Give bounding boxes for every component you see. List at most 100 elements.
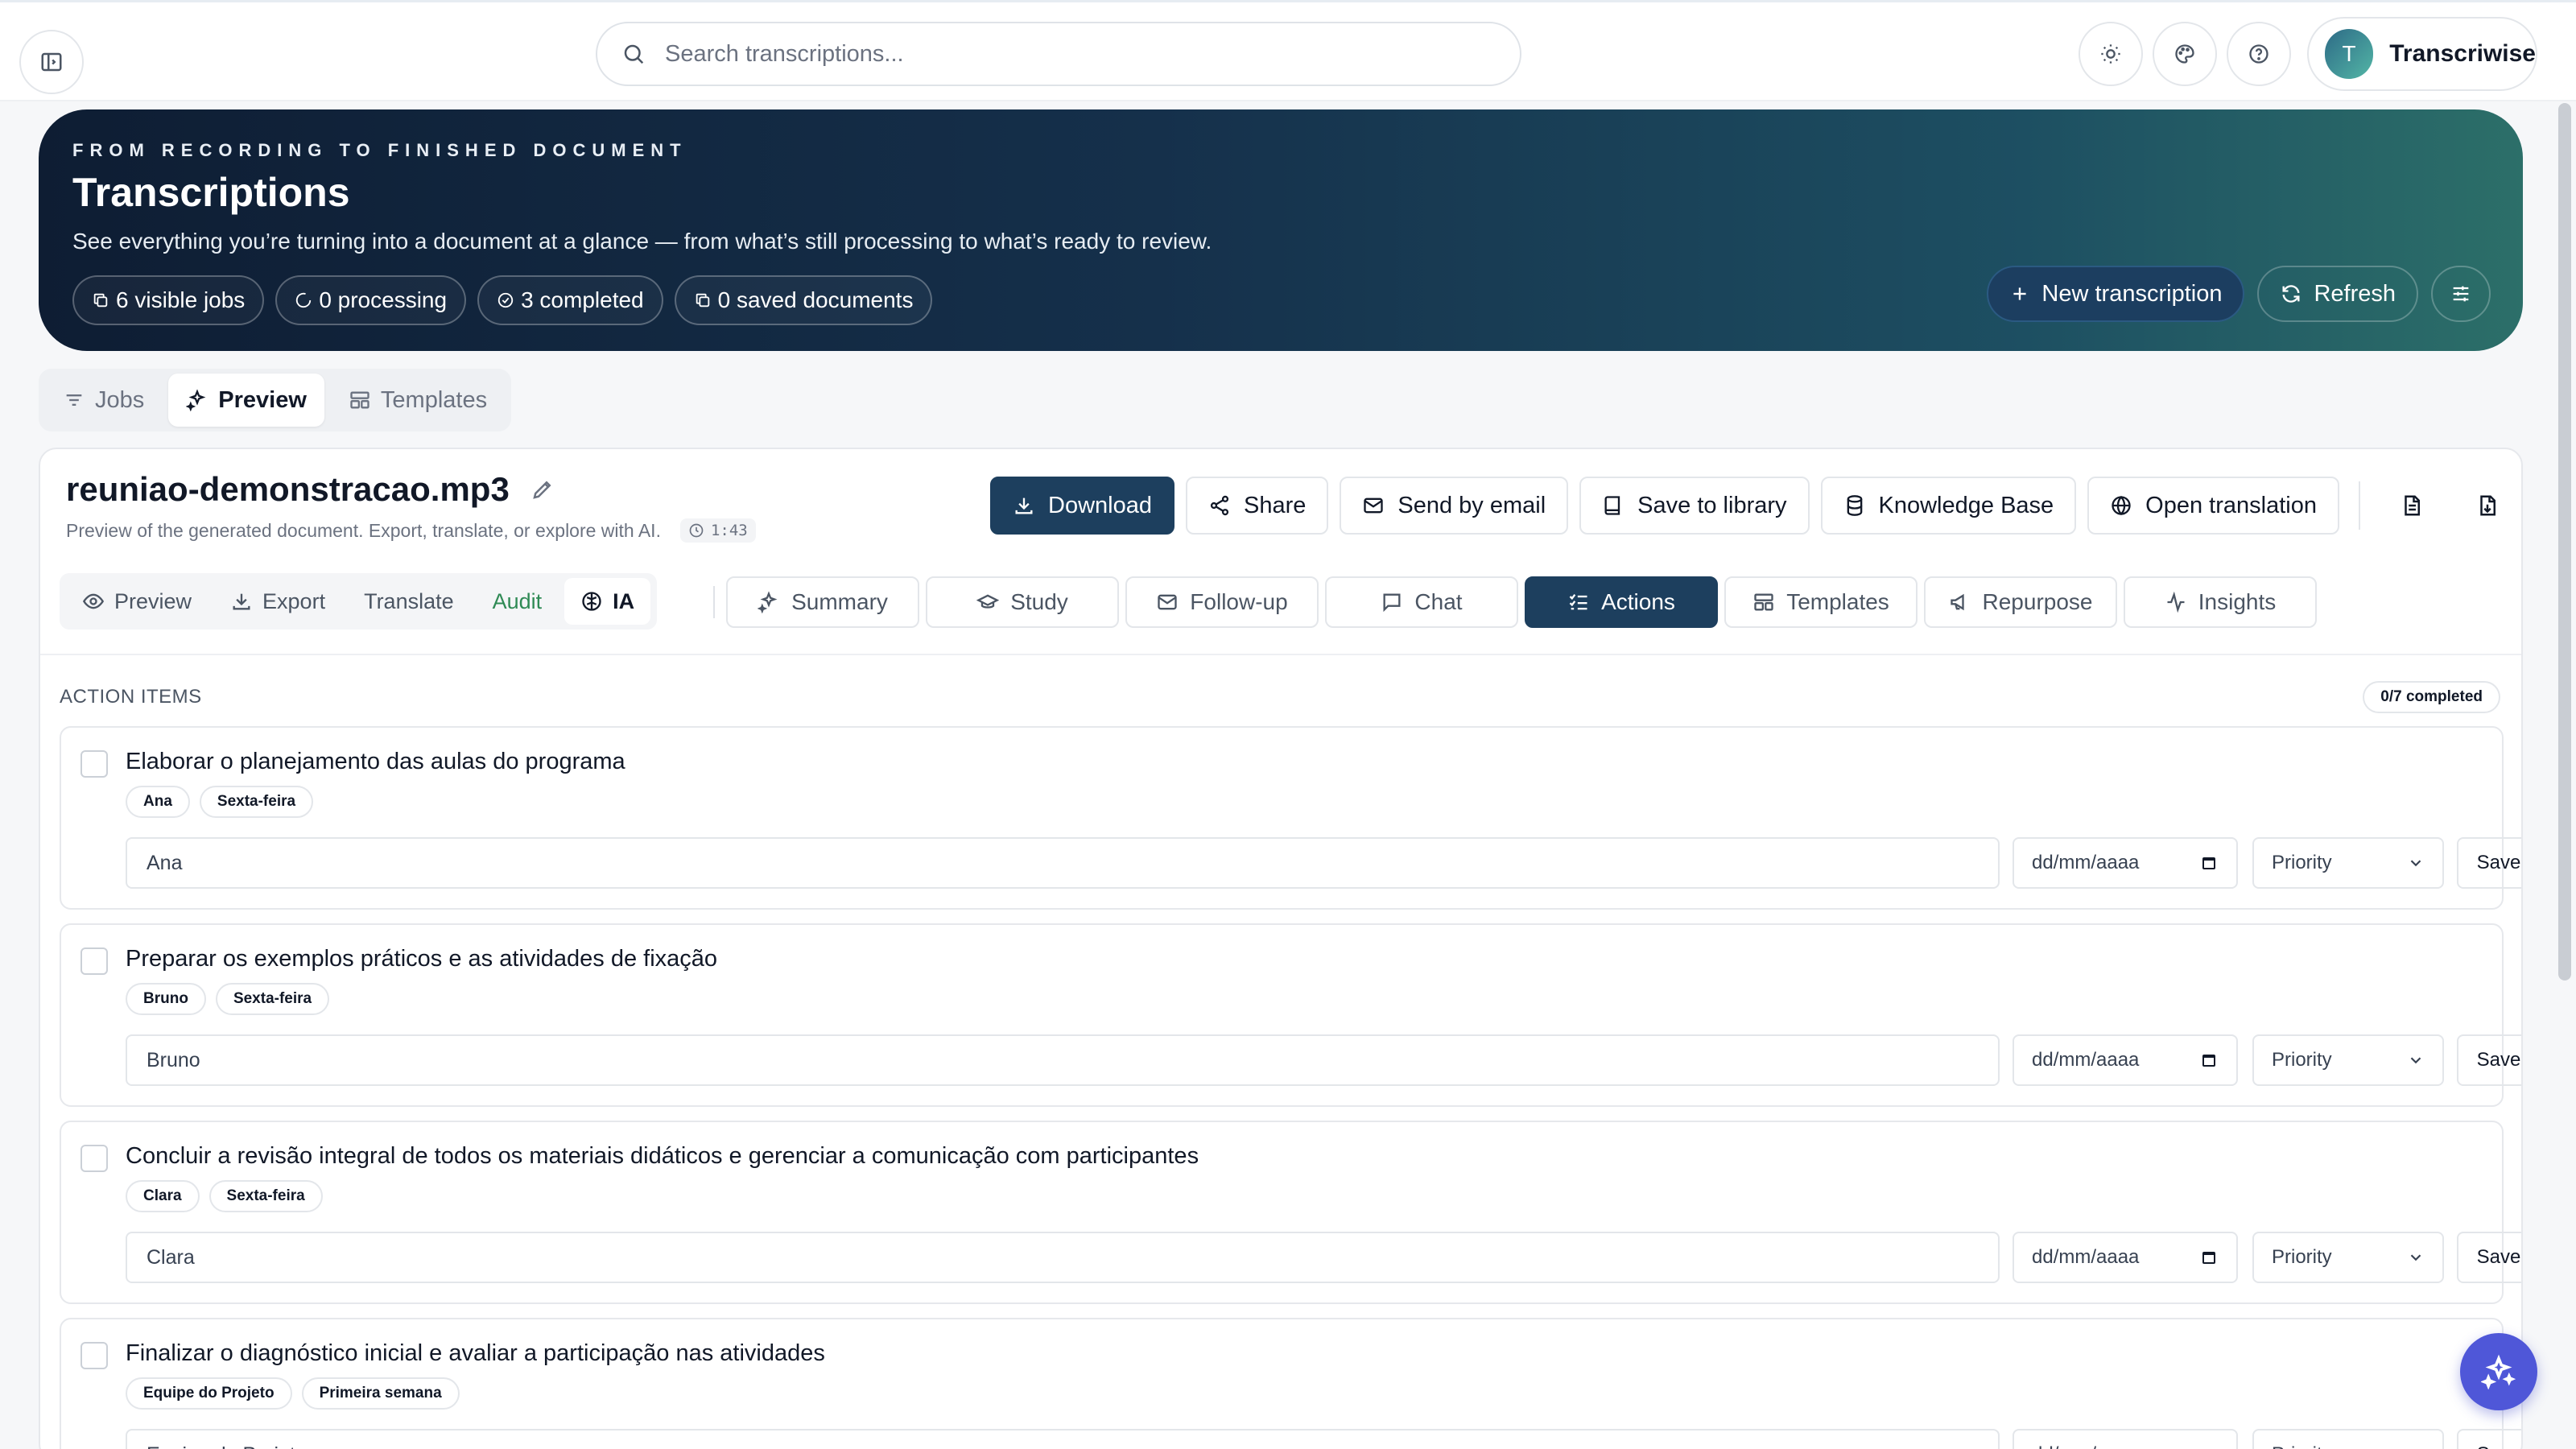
owner-tag: Clara <box>126 1180 200 1212</box>
page-scrollbar[interactable] <box>2558 103 2571 980</box>
tab-label: Summary <box>791 589 888 614</box>
checklist-icon <box>1567 591 1590 613</box>
due-tag: Sexta-feira <box>208 1180 323 1212</box>
hero-actions: New transcription Refresh <box>1987 266 2491 322</box>
save-button[interactable]: Save <box>2457 1429 2521 1449</box>
priority-select[interactable]: Priority <box>2252 1429 2444 1449</box>
complete-checkbox[interactable] <box>80 1145 108 1172</box>
tab-actions[interactable]: Actions <box>1525 576 1718 628</box>
sidebar-toggle-button[interactable] <box>19 30 84 94</box>
date-placeholder: dd/mm/aaaa <box>2032 852 2140 873</box>
activity-icon <box>2165 591 2187 613</box>
palette-button[interactable] <box>2153 22 2217 86</box>
sun-icon <box>2099 43 2122 65</box>
download-icon <box>1013 494 1035 517</box>
view-tabs: Jobs Preview Templates <box>39 369 512 431</box>
save-library-button[interactable]: Save to library <box>1579 477 1810 535</box>
download-button[interactable]: Download <box>990 477 1174 535</box>
action-item-text: Elaborar o planejamento das aulas do pro… <box>126 749 625 774</box>
date-placeholder: dd/mm/aaaa <box>2032 1246 2140 1268</box>
tab-label: Translate <box>364 588 454 613</box>
action-item: Concluir a revisão integral de todos os … <box>60 1121 2521 1304</box>
tab-study[interactable]: Study <box>926 576 1119 628</box>
save-library-label: Save to library <box>1637 492 1787 518</box>
completion-badge: 0/7 completed <box>2363 681 2500 713</box>
tab-label: Insights <box>2198 589 2277 614</box>
theme-toggle-button[interactable] <box>2079 22 2143 86</box>
tab-jobs[interactable]: Jobs <box>45 374 162 427</box>
file-actions: Download Share Send by email Save to lib… <box>990 477 2520 535</box>
priority-select[interactable]: Priority <box>2252 837 2444 889</box>
due-date-input[interactable]: dd/mm/aaaa <box>2013 837 2238 889</box>
search-input[interactable] <box>665 40 1470 68</box>
tab-preview[interactable]: Preview <box>168 374 324 427</box>
tab-templates-ai[interactable]: Templates <box>1724 576 1918 628</box>
copy-icon <box>92 291 109 309</box>
refresh-icon <box>2280 283 2302 305</box>
complete-checkbox[interactable] <box>80 750 108 778</box>
tab-templates[interactable]: Templates <box>331 374 505 427</box>
file-name: reuniao-demonstracao.mp3 <box>66 470 510 508</box>
file-text-icon <box>2400 493 2424 518</box>
tab-preview-mode[interactable]: Preview <box>66 578 208 625</box>
stat-label: 6 visible jobs <box>116 287 246 312</box>
action-item: Elaborar o planejamento das aulas do pro… <box>60 726 2521 910</box>
assignee-input[interactable] <box>126 1034 2000 1086</box>
due-date-input[interactable]: dd/mm/aaaa <box>2013 1232 2238 1283</box>
filters-button[interactable] <box>2431 266 2491 322</box>
tab-chat[interactable]: Chat <box>1325 576 1518 628</box>
due-date-input[interactable]: dd/mm/aaaa <box>2013 1429 2238 1449</box>
priority-select[interactable]: Priority <box>2252 1034 2444 1086</box>
open-translation-button[interactable]: Open translation <box>2087 477 2339 535</box>
user-menu[interactable]: T Transcriwise <box>2307 17 2537 91</box>
assignee-input[interactable] <box>126 837 2000 889</box>
page-title: Transcriptions <box>72 170 350 215</box>
plus-icon <box>2009 283 2030 304</box>
copy-icon <box>694 291 712 309</box>
due-date-input[interactable]: dd/mm/aaaa <box>2013 1034 2238 1086</box>
priority-select[interactable]: Priority <box>2252 1232 2444 1283</box>
tab-label: IA <box>613 588 635 613</box>
complete-checkbox[interactable] <box>80 1342 108 1369</box>
ai-assistant-button[interactable] <box>2460 1333 2537 1410</box>
file-description: Preview of the generated document. Expor… <box>66 519 661 541</box>
search-bar <box>596 22 1521 86</box>
assignee-input[interactable] <box>126 1232 2000 1283</box>
edit-pencil-icon[interactable] <box>530 477 555 502</box>
divider <box>40 654 2521 655</box>
tab-follow-up[interactable]: Follow-up <box>1125 576 1319 628</box>
tab-audit[interactable]: Audit <box>477 578 559 625</box>
file-subtitle: Preview of the generated document. Expor… <box>66 518 756 543</box>
save-button[interactable]: Save <box>2457 1034 2521 1086</box>
tab-export[interactable]: Export <box>214 578 341 625</box>
save-button[interactable]: Save <box>2457 1232 2521 1283</box>
send-email-button[interactable]: Send by email <box>1340 477 1569 535</box>
tab-translate[interactable]: Translate <box>348 578 470 625</box>
tab-label: Repurpose <box>1982 589 2093 614</box>
sidebar-icon <box>39 50 64 74</box>
new-transcription-button[interactable]: New transcription <box>1987 266 2245 322</box>
share-button[interactable]: Share <box>1185 477 1329 535</box>
document-button[interactable] <box>2380 477 2444 535</box>
export-file-button[interactable] <box>2455 477 2520 535</box>
refresh-button[interactable]: Refresh <box>2257 266 2418 322</box>
complete-checkbox[interactable] <box>80 947 108 975</box>
duration-badge: 1:43 <box>679 518 756 543</box>
tab-repurpose[interactable]: Repurpose <box>1924 576 2117 628</box>
sparkles-icon <box>2481 1354 2516 1389</box>
loader-icon <box>295 291 312 309</box>
layout-icon <box>349 389 371 411</box>
save-button[interactable]: Save <box>2457 837 2521 889</box>
tab-label: Follow-up <box>1190 589 1288 614</box>
tab-insights[interactable]: Insights <box>2124 576 2317 628</box>
assignee-input[interactable] <box>126 1429 2000 1449</box>
action-item: Preparar os exemplos práticos e as ativi… <box>60 923 2521 1107</box>
action-item-text: Preparar os exemplos práticos e as ativi… <box>126 946 718 972</box>
knowledge-base-button[interactable]: Knowledge Base <box>1820 477 2077 535</box>
tab-ia[interactable]: IA <box>564 578 651 625</box>
tab-summary[interactable]: Summary <box>726 576 919 628</box>
help-button[interactable] <box>2227 22 2291 86</box>
due-tag: Sexta-feira <box>215 983 330 1015</box>
globe-icon <box>2110 494 2132 517</box>
tag-list: Clara Sexta-feira <box>126 1180 323 1212</box>
